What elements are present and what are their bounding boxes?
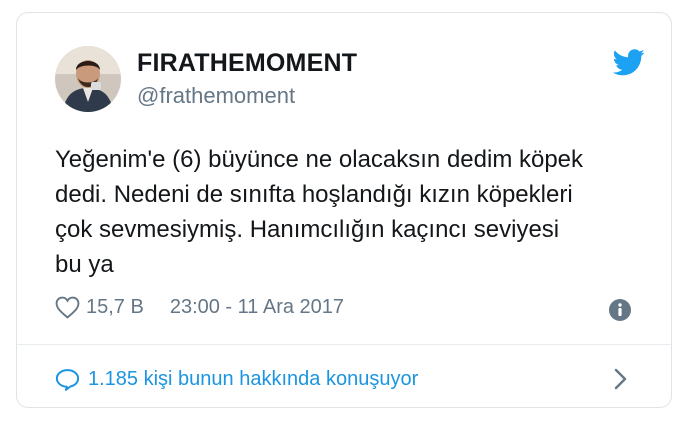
- avatar[interactable]: [55, 46, 121, 112]
- tweet-card: FIRATHEMOMENT @frathemoment Yeğenim'e (6…: [16, 12, 672, 408]
- display-name[interactable]: FIRATHEMOMENT: [137, 49, 357, 78]
- tweet-text-line: dedi. Nedeni de sınıfta hoşlandığı kızın…: [55, 181, 573, 208]
- conversation-label: 1.185 kişi bunun hakkında konuşuyor: [88, 367, 419, 390]
- speech-bubble-icon: [55, 368, 80, 391]
- handle[interactable]: @frathemoment: [137, 83, 295, 109]
- tweet-text-line: Yeğenim'e (6) büyünce ne olacaksın dedim…: [55, 146, 584, 173]
- timestamp[interactable]: 23:00 - 11 Ara 2017: [170, 296, 344, 319]
- conversation-link[interactable]: 1.185 kişi bunun hakkında konuşuyor: [55, 364, 418, 394]
- tweet-meta: 15,7 B 23:00 - 11 Ara 2017: [55, 292, 344, 322]
- tweet-text-line: bu ya: [55, 251, 114, 278]
- twitter-bird-icon[interactable]: [613, 49, 645, 76]
- tweet-text: Yeğenim'e (6) büyünce ne olacaksın dedim…: [55, 142, 655, 282]
- info-icon[interactable]: [608, 298, 632, 322]
- divider: [17, 344, 671, 345]
- heart-icon[interactable]: [55, 296, 80, 319]
- chevron-right-icon[interactable]: [613, 367, 629, 391]
- like-count[interactable]: 15,7 B: [86, 296, 144, 319]
- tweet-text-line: çok sevmesiymiş. Hanımcılığın kaçıncı se…: [55, 216, 560, 243]
